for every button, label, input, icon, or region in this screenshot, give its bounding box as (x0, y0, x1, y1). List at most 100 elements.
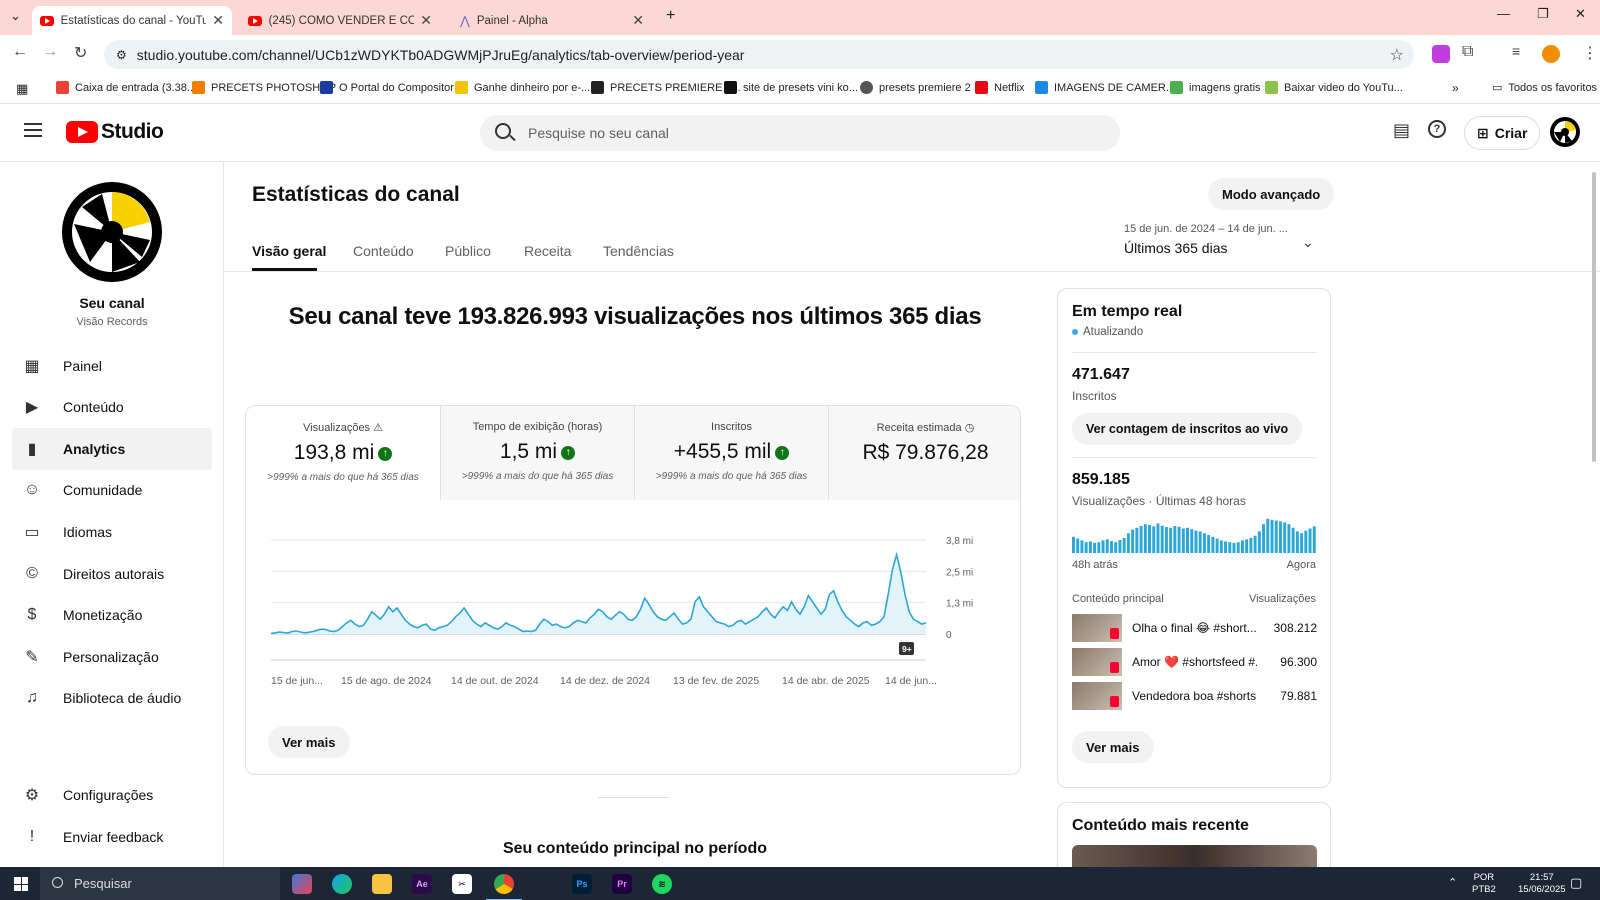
tab-revenue[interactable]: Receita (524, 243, 571, 259)
metric-subscribers[interactable]: Inscritos +455,5 mil ↑ >999% a mais do qu… (634, 406, 828, 500)
media-controls-icon[interactable]: ≡ (1512, 43, 1520, 59)
date-range-dates[interactable]: 15 de jun. de 2024 – 14 de jun. ... (1124, 223, 1288, 235)
sidebar-item-comunidade[interactable]: ☺ Comunidade (12, 469, 212, 511)
bookmark-item[interactable]: Ganhe dinheiro por e-... (455, 81, 590, 94)
forward-arrow-icon[interactable]: → (42, 43, 58, 61)
bookmark-star-icon[interactable]: ☆ (1390, 45, 1404, 65)
bookmark-item[interactable]: PRECETS PHOTOSHOP (192, 81, 336, 94)
create-button[interactable]: ⊞ Criar (1464, 116, 1541, 150)
clock[interactable]: 21:57 15/06/2025 (1518, 872, 1566, 896)
date-range-select[interactable]: Últimos 365 dias (1124, 240, 1228, 256)
bookmark-item[interactable]: site de presets vini ko... (724, 81, 858, 94)
realtime-bar (1295, 531, 1299, 553)
after-effects-icon[interactable]: Ae (412, 874, 432, 894)
tab-overview[interactable]: Visão geral (252, 243, 326, 259)
bookmark-item[interactable]: Baixar video do YouTu... (1265, 81, 1403, 94)
extensions-puzzle-icon[interactable]: ⧉ (1462, 43, 1473, 61)
page-scrollbar[interactable] (1592, 172, 1596, 462)
tab-trends[interactable]: Tendências (603, 243, 674, 259)
studio-logo[interactable]: Studio (66, 120, 164, 144)
spotify-icon[interactable]: ≋ (652, 874, 672, 894)
back-arrow-icon[interactable]: ← (12, 43, 28, 61)
realtime-bar (1249, 537, 1253, 553)
sidebar-item-conteudo[interactable]: ▶ Conteúdo (12, 386, 212, 428)
close-window-icon[interactable]: ✕ (1575, 6, 1586, 22)
bookmark-item[interactable]: Caixa de entrada (3.38... (56, 81, 196, 94)
apps-grid-icon[interactable]: ▦ (16, 81, 28, 97)
realtime-bar (1232, 542, 1236, 553)
maximize-icon[interactable]: ❐ (1537, 6, 1549, 22)
photoshop-icon[interactable]: Ps (572, 874, 592, 894)
list-item[interactable]: Vendedora boa #shorts... 79.881 (1072, 681, 1317, 711)
site-info-icon[interactable]: ⚙ (116, 48, 127, 62)
metric-watch-time[interactable]: Tempo de exibição (horas) 1,5 mi ↑ >999% … (440, 406, 634, 500)
realtime-subscribers-label: Inscritos (1072, 389, 1117, 403)
sidebar-item-painel[interactable]: ▦ Painel (12, 345, 212, 387)
tab-list-chevron-icon[interactable]: ⌄ (10, 8, 21, 24)
list-item[interactable]: Amor ❤️ #shortsfeed #... 96.300 (1072, 647, 1317, 677)
bookmark-item[interactable]: PRECETS PREMIERE P... (591, 81, 741, 94)
metric-revenue[interactable]: Receita estimada ◷ R$ 79.876,28 (828, 406, 1020, 500)
address-bar[interactable]: ⚙ studio.youtube.com/channel/UCb1zWDYKTb… (104, 40, 1414, 69)
search-input[interactable]: Pesquise no seu canal (480, 115, 1120, 151)
bookmark-item[interactable]: imagens gratis (1170, 81, 1261, 94)
sidebar-item-idiomas[interactable]: ▭ Idiomas (12, 511, 212, 553)
sidebar-item-audio[interactable]: ♫ Biblioteca de áudio (12, 677, 212, 719)
extension-icon[interactable] (1432, 45, 1450, 63)
tab-content[interactable]: Conteúdo (353, 243, 414, 259)
bookmark-label: presets premiere 2 (879, 81, 971, 94)
browser-menu-icon[interactable]: ⋮ (1582, 43, 1598, 63)
browser-tab-video[interactable]: (245) COMO VENDER E COMPRAR ✕ (240, 6, 440, 35)
account-avatar[interactable] (1550, 117, 1580, 147)
browser-tab-analytics[interactable]: Estatísticas do canal - YouTube Studio ✕ (32, 6, 232, 35)
sidebar-item-label: Enviar feedback (63, 829, 164, 845)
menu-icon[interactable] (24, 123, 42, 137)
chevron-down-icon[interactable]: ⌄ (1302, 234, 1314, 251)
copilot-icon[interactable] (292, 874, 312, 894)
sidebar-item-analytics[interactable]: ▮ Analytics (12, 428, 212, 470)
minimize-icon[interactable]: — (1497, 6, 1510, 21)
sidebar-item-feedback[interactable]: ! Enviar feedback (12, 816, 212, 858)
sidebar-item-settings[interactable]: ⚙ Configurações (12, 774, 212, 816)
bookmark-item[interactable]: O Portal do Compositor (320, 81, 454, 94)
bookmark-label: PRECETS PHOTOSHOP (211, 81, 337, 94)
realtime-bar-chart[interactable] (1072, 517, 1317, 553)
see-more-button[interactable]: Ver mais (268, 726, 350, 758)
close-tab-icon[interactable]: ✕ (212, 12, 224, 29)
all-bookmarks[interactable]: ▭ Todos os favoritos (1492, 81, 1597, 95)
advanced-mode-button[interactable]: Modo avançado (1208, 178, 1335, 210)
reload-icon[interactable]: ↻ (74, 43, 87, 63)
bookmark-item[interactable]: Netflix (975, 81, 1025, 94)
sidebar-item-personalizacao[interactable]: ✎ Personalização (12, 636, 212, 678)
see-more-button[interactable]: Ver mais (1072, 731, 1154, 763)
bookmark-item[interactable]: presets premiere 2 (860, 81, 971, 94)
channel-avatar[interactable] (62, 182, 162, 282)
new-tab-plus-icon[interactable]: + (666, 7, 675, 25)
close-tab-icon[interactable]: ✕ (632, 12, 644, 29)
help-icon[interactable]: ? (1428, 120, 1446, 138)
sidebar-item-direitos[interactable]: © Direitos autorais (12, 553, 212, 595)
tab-audience[interactable]: Público (445, 243, 491, 259)
browser-tab-alpha[interactable]: ⋀ Painel - Alpha ✕ (452, 6, 652, 35)
language-indicator[interactable]: POR PTB2 (1472, 872, 1496, 896)
realtime-bar (1194, 530, 1198, 553)
metric-views[interactable]: Visualizações ⚠ 193,8 mi ↑ >999% a mais d… (246, 406, 440, 500)
taskbar-search[interactable]: Pesquisar (40, 867, 280, 900)
live-subscriber-count-button[interactable]: Ver contagem de inscritos ao vivo (1072, 413, 1303, 445)
file-explorer-icon[interactable] (372, 874, 392, 894)
edge-icon[interactable] (332, 874, 352, 894)
comments-icon[interactable]: ▤ (1393, 120, 1410, 141)
more-bookmarks-chevron-icon[interactable]: » (1452, 81, 1459, 95)
notifications-icon[interactable]: ▢ (1570, 875, 1582, 891)
windows-start-icon[interactable] (14, 877, 28, 891)
chrome-icon[interactable] (486, 874, 522, 900)
profile-avatar-icon[interactable] (1542, 45, 1560, 63)
system-tray-chevron-icon[interactable]: ⌃ (1448, 876, 1457, 889)
views-line-chart[interactable]: 0 1,3 mi 2,5 mi 3,8 mi 15 de jun... 15 de ago… (261, 526, 991, 701)
premiere-icon[interactable]: Pr (612, 874, 632, 894)
list-item[interactable]: Olha o final 😂 #short... 308.212 (1072, 613, 1317, 643)
bookmark-item[interactable]: IMAGENS DE CAMER... (1035, 81, 1175, 94)
close-tab-icon[interactable]: ✕ (420, 12, 432, 29)
capcut-icon[interactable]: ✂ (452, 874, 472, 894)
sidebar-item-monetizacao[interactable]: $ Monetização (12, 594, 212, 636)
